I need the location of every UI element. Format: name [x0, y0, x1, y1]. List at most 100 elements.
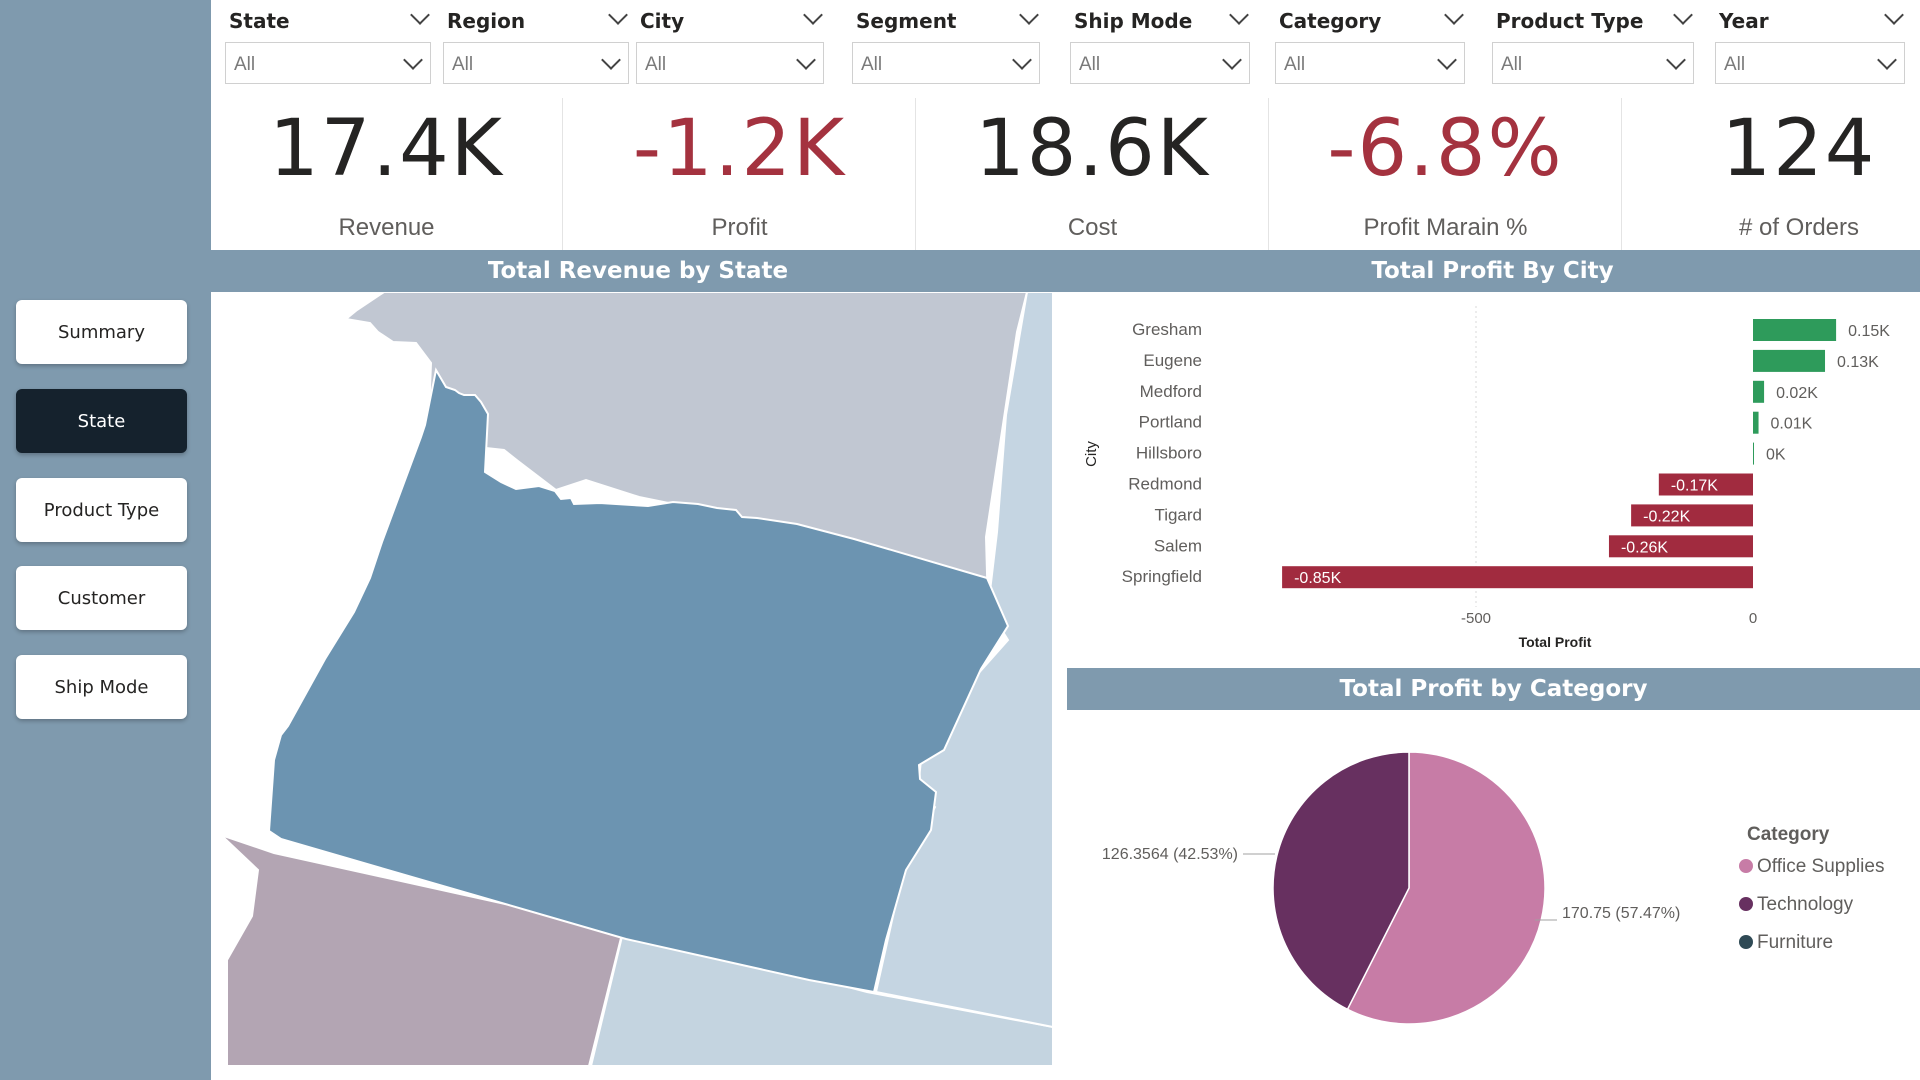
x-tick-label: 0: [1749, 610, 1757, 627]
city-label-tigard: Tigard: [1154, 505, 1202, 524]
city-label-springfield: Springfield: [1122, 567, 1202, 586]
filter-segment-value: All: [861, 54, 883, 75]
kpi-row: 17.4K Revenue -1.2K Profit 18.6K Cost -6.8% Pro…: [211, 98, 1920, 250]
chevron-down-icon[interactable]: [1884, 5, 1904, 25]
filter-category-title: Category: [1279, 9, 1382, 33]
filter-region-dropdown[interactable]: All: [443, 42, 629, 84]
filter-bar: State All Region All City All Segment All Ship M…: [211, 0, 1920, 98]
filter-year: Year All: [1701, 0, 1920, 98]
legend-item-office-supplies[interactable]: Office Supplies: [1739, 856, 1884, 878]
kpi-card-cost: 18.6K Cost: [917, 98, 1269, 250]
kpi-value-cost: 18.6K: [975, 104, 1210, 194]
category-pie-chart: 170.75 (57.47%) 126.3564 (42.53%) Categor…: [1065, 710, 1920, 1070]
data-label-hillsboro: 0K: [1766, 447, 1786, 464]
kpi-card-revenue: 17.4K Revenue: [211, 98, 563, 250]
legend-item-furniture[interactable]: Furniture: [1739, 932, 1833, 954]
filter-category-dropdown[interactable]: All: [1275, 42, 1465, 84]
filter-city-title: City: [640, 9, 685, 33]
filter-state-title: State: [229, 9, 290, 33]
legend-dot-icon: [1739, 859, 1753, 873]
legend-label: Furniture: [1757, 932, 1834, 953]
x-axis-label: Total Profit: [1519, 634, 1592, 650]
kpi-label-cost: Cost: [1067, 214, 1118, 241]
nav-button-customer[interactable]: Customer: [16, 566, 187, 630]
data-label-springfield: -0.85K: [1294, 570, 1341, 587]
bar-portland[interactable]: [1753, 411, 1759, 434]
city-profit-chart: -500 0 Total Profit City Gresham 0.15K Eugene 0…: [1065, 292, 1920, 662]
chevron-down-icon: [1012, 50, 1032, 70]
chevron-down-icon[interactable]: [1229, 5, 1249, 25]
bar-gresham[interactable]: [1753, 319, 1837, 341]
kpi-label-revenue: Revenue: [338, 214, 435, 241]
filter-ship-mode-title: Ship Mode: [1074, 9, 1193, 33]
kpi-value-profit-marain: -6.8%: [1327, 104, 1564, 194]
chevron-down-icon: [1877, 50, 1897, 70]
data-label-salem: -0.26K: [1621, 539, 1668, 556]
filter-year-dropdown[interactable]: All: [1715, 42, 1905, 84]
chevron-down-icon: [1666, 50, 1686, 70]
nav-button-product-type[interactable]: Product Type: [16, 478, 187, 542]
state-map[interactable]: [211, 292, 1053, 1066]
kpi-value-profit: -1.2K: [632, 104, 847, 194]
kpi-label-of-orders: # of Orders: [1738, 214, 1860, 241]
filter-ship-mode-value: All: [1079, 54, 1101, 75]
legend-label: Office Supplies: [1757, 856, 1885, 877]
nav-button-state[interactable]: State: [16, 389, 187, 453]
bar-eugene[interactable]: [1753, 349, 1826, 372]
filter-category-value: All: [1284, 54, 1306, 75]
kpi-card-profit: -1.2K Profit: [564, 98, 916, 250]
chevron-down-icon[interactable]: [1444, 5, 1464, 25]
city-bar-svg: -500 0 Total Profit City Gresham 0.15K Eugene 0…: [1083, 306, 1890, 650]
city-label-eugene: Eugene: [1143, 351, 1202, 370]
nav-button-summary[interactable]: Summary: [16, 300, 187, 364]
data-label-eugene: 0.13K: [1837, 354, 1879, 371]
chevron-down-icon[interactable]: [1019, 5, 1039, 25]
filter-segment-dropdown[interactable]: All: [852, 42, 1040, 84]
filter-state-dropdown[interactable]: All: [225, 42, 431, 84]
category-chart-title: Total Profit by Category: [1067, 668, 1920, 710]
filter-segment: Segment All: [838, 0, 1056, 98]
filter-product-type: Product Type All: [1478, 0, 1710, 98]
filter-region-title: Region: [447, 9, 526, 33]
kpi-label-profit: Profit: [711, 214, 768, 241]
filter-year-value: All: [1724, 54, 1746, 75]
filter-ship-mode-dropdown[interactable]: All: [1070, 42, 1250, 84]
kpi-card-of-orders: 124 # of Orders: [1623, 98, 1920, 250]
bar-hillsboro[interactable]: [1753, 442, 1754, 465]
filter-state: State All: [211, 0, 447, 98]
city-label-redmond: Redmond: [1128, 475, 1202, 494]
filter-city-dropdown[interactable]: All: [636, 42, 824, 84]
legend-dot-icon: [1739, 897, 1753, 911]
filter-category: Category All: [1261, 0, 1481, 98]
map-title: Total Revenue by State: [211, 250, 1065, 292]
bar-springfield[interactable]: [1282, 566, 1753, 589]
pie-legend-title: Category: [1747, 824, 1830, 845]
pie-svg: 170.75 (57.47%) 126.3564 (42.53%): [1102, 751, 1680, 1025]
filter-product-type-title: Product Type: [1496, 9, 1644, 33]
city-chart-title: Total Profit By City: [1065, 250, 1920, 292]
chevron-down-icon: [1222, 50, 1242, 70]
chevron-down-icon: [796, 50, 816, 70]
city-label-portland: Portland: [1139, 413, 1202, 432]
chevron-down-icon[interactable]: [410, 5, 430, 25]
filter-product-type-value: All: [1501, 54, 1523, 75]
x-tick-label: -500: [1461, 610, 1491, 627]
kpi-label-profit-marain: Profit Marain %: [1363, 214, 1528, 241]
filter-state-value: All: [234, 54, 256, 75]
kpi-value-revenue: 17.4K: [269, 104, 504, 194]
chevron-down-icon[interactable]: [803, 5, 823, 25]
chevron-down-icon: [601, 50, 621, 70]
legend-item-technology[interactable]: Technology: [1739, 894, 1853, 916]
pie-label-technology: 126.3564 (42.53%): [1102, 846, 1238, 863]
filter-city: City All: [622, 0, 840, 98]
nav-sidebar: Summary State Product Type Customer Ship Mod…: [0, 0, 211, 1080]
kpi-value-of-orders: 124: [1721, 104, 1877, 194]
filter-product-type-dropdown[interactable]: All: [1492, 42, 1694, 84]
y-axis-label: City: [1083, 441, 1100, 467]
filter-year-title: Year: [1719, 9, 1769, 33]
nav-button-ship-mode[interactable]: Ship Mode: [16, 655, 187, 719]
chevron-down-icon[interactable]: [1673, 5, 1693, 25]
legend-label: Technology: [1757, 894, 1854, 915]
data-label-portland: 0.01K: [1771, 416, 1813, 433]
bar-medford[interactable]: [1753, 380, 1765, 403]
